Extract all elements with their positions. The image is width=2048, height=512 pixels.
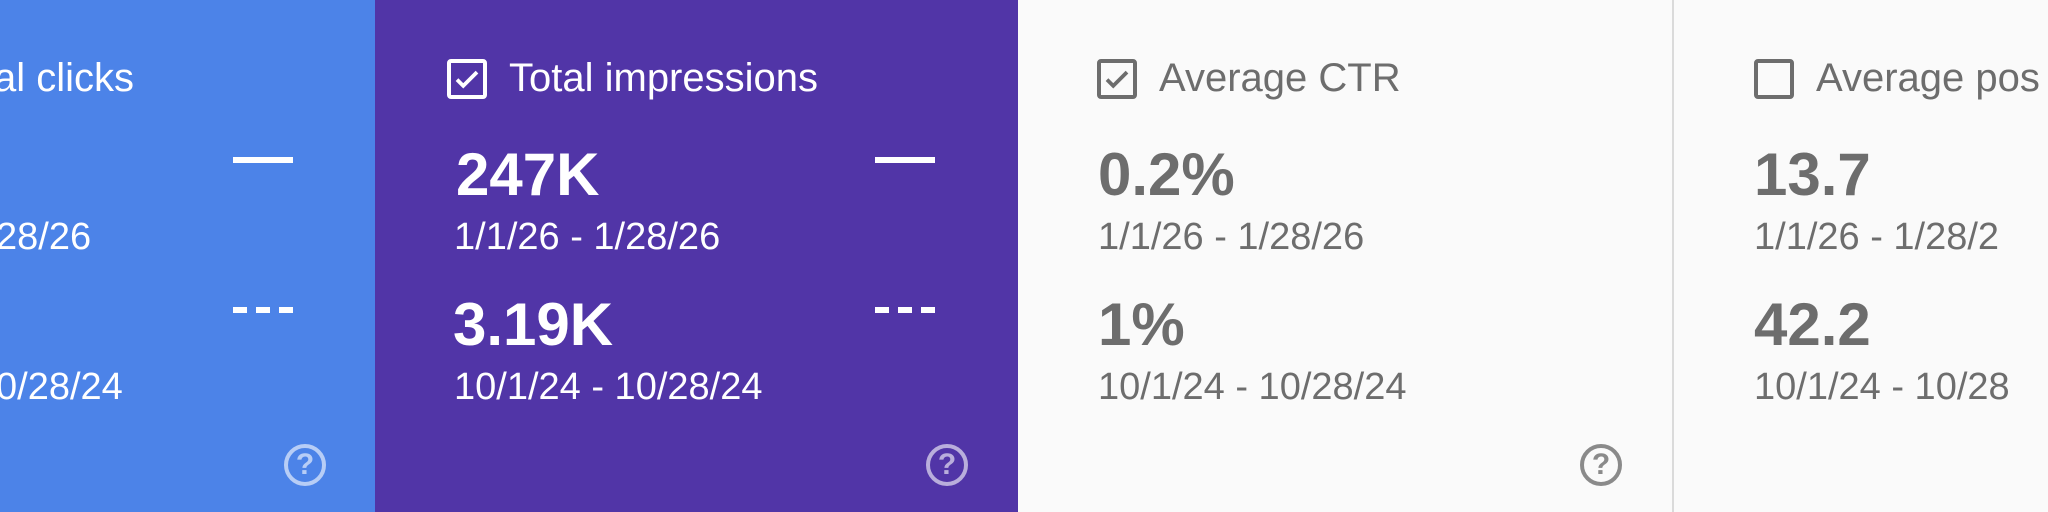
average-ctr-previous-value: 1% <box>1098 291 1185 358</box>
previous-period-dashed-line-icon <box>233 307 293 313</box>
total-impressions-checkbox[interactable] <box>447 58 487 99</box>
total-impressions-previous-value: 3.19K <box>453 291 614 358</box>
average-ctr-label: Average CTR <box>1159 56 1401 100</box>
checkmark-icon <box>1105 70 1129 89</box>
total-impressions-current-value: 247K <box>456 141 600 208</box>
total-impressions-card[interactable]: Total impressions 247K 1/1/26 - 1/28/26 … <box>375 0 1018 512</box>
average-position-previous-range: 10/1/24 - 10/28 <box>1754 366 2010 408</box>
average-position-header: Average pos <box>1754 56 2040 101</box>
total-impressions-label: Total impressions <box>509 56 819 100</box>
average-position-previous-value: 42.2 <box>1754 291 1871 358</box>
average-ctr-previous-range: 10/1/24 - 10/28/24 <box>1098 366 1407 408</box>
average-ctr-header: Average CTR <box>1097 56 1401 101</box>
average-ctr-current-value: 0.2% <box>1098 141 1235 208</box>
average-position-current-range: 1/1/26 - 1/28/2 <box>1754 216 2000 258</box>
total-clicks-label: al clicks <box>0 56 135 100</box>
total-impressions-header: Total impressions <box>447 56 818 101</box>
average-position-checkbox[interactable] <box>1754 58 1794 99</box>
previous-period-dashed-line-icon <box>875 307 935 313</box>
total-clicks-header: al clicks <box>0 56 134 101</box>
total-clicks-card[interactable]: al clicks 28/26 0/28/24 ? <box>0 0 375 512</box>
total-impressions-previous-range: 10/1/24 - 10/28/24 <box>454 366 763 408</box>
help-circle-icon[interactable]: ? <box>284 444 326 486</box>
average-ctr-checkbox[interactable] <box>1097 58 1137 99</box>
current-period-solid-line-icon <box>875 157 935 163</box>
total-impressions-current-range: 1/1/26 - 1/28/26 <box>454 216 721 258</box>
help-circle-icon[interactable]: ? <box>1580 444 1622 486</box>
average-position-current-value: 13.7 <box>1754 141 1871 208</box>
current-period-solid-line-icon <box>233 157 293 163</box>
average-position-card[interactable]: Average pos 13.7 1/1/26 - 1/28/2 42.2 10… <box>1672 0 2048 512</box>
help-circle-icon[interactable]: ? <box>926 444 968 486</box>
average-ctr-current-range: 1/1/26 - 1/28/26 <box>1098 216 1365 258</box>
checkmark-icon <box>455 70 479 89</box>
total-clicks-previous-range: 0/28/24 <box>0 366 123 408</box>
average-ctr-card[interactable]: Average CTR 0.2% 1/1/26 - 1/28/26 1% 10/… <box>1018 0 1672 512</box>
total-clicks-current-range: 28/26 <box>0 216 92 258</box>
average-position-label: Average pos <box>1816 56 2040 100</box>
